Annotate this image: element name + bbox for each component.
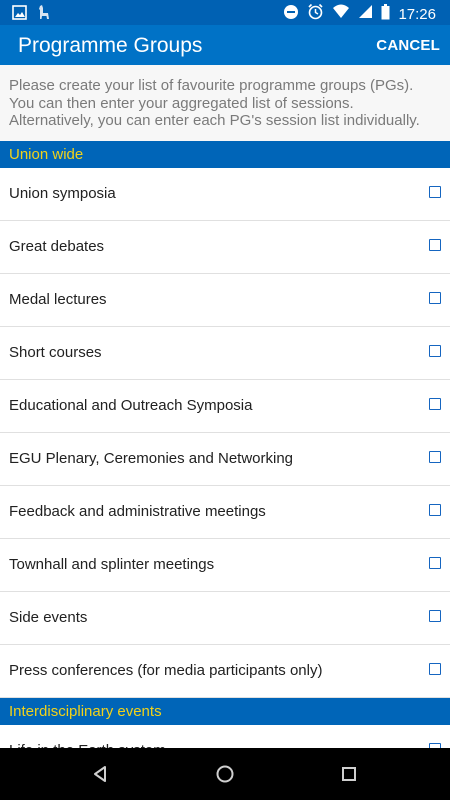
- section-header-union-wide: Union wide: [0, 141, 450, 168]
- list-item[interactable]: Feedback and administrative meetings: [0, 486, 450, 539]
- checkbox[interactable]: [429, 610, 441, 622]
- list-item[interactable]: Great debates: [0, 221, 450, 274]
- signal-icon: [358, 4, 373, 24]
- list-item[interactable]: Short courses: [0, 327, 450, 380]
- checkbox[interactable]: [429, 557, 441, 569]
- list-item[interactable]: Medal lectures: [0, 274, 450, 327]
- intro-text: Please create your list of favourite pro…: [0, 65, 450, 141]
- checkbox[interactable]: [429, 239, 441, 251]
- cancel-button[interactable]: CANCEL: [376, 37, 440, 54]
- app-bar: Programme Groups CANCEL: [0, 25, 450, 65]
- wifi-icon: [332, 4, 350, 24]
- list-item-label: Side events: [9, 609, 88, 626]
- checkbox[interactable]: [429, 663, 441, 675]
- battery-icon: [381, 3, 390, 25]
- list-item[interactable]: EGU Plenary, Ceremonies and Networking: [0, 433, 450, 486]
- home-icon[interactable]: [213, 762, 237, 786]
- checkbox[interactable]: [429, 292, 441, 304]
- status-bar: 17:26: [0, 0, 450, 25]
- image-icon: [12, 4, 27, 25]
- list-item[interactable]: Press conferences (for media participant…: [0, 645, 450, 698]
- checkbox[interactable]: [429, 345, 441, 357]
- list-item-label: Feedback and administrative meetings: [9, 503, 266, 520]
- back-icon[interactable]: [88, 762, 112, 786]
- list-item-label: EGU Plenary, Ceremonies and Networking: [9, 450, 294, 467]
- recents-icon[interactable]: [337, 762, 361, 786]
- list-item-label: Union symposia: [9, 185, 116, 202]
- page-title: Programme Groups: [18, 34, 203, 57]
- do-not-disturb-icon: [283, 4, 299, 25]
- alarm-icon: [307, 3, 324, 25]
- status-time: 17:26: [398, 5, 436, 23]
- list-item-label: Townhall and splinter meetings: [9, 556, 215, 573]
- list-item-label: Educational and Outreach Symposia: [9, 397, 253, 414]
- navigation-bar: [0, 748, 450, 800]
- list-item[interactable]: Side events: [0, 592, 450, 645]
- checkbox[interactable]: [429, 504, 441, 516]
- list-item-label: Press conferences (for media participant…: [9, 662, 323, 679]
- section-header-interdisciplinary-events: Interdisciplinary events: [0, 698, 450, 725]
- list-item[interactable]: Union symposia: [0, 168, 450, 221]
- checkbox[interactable]: [429, 451, 441, 463]
- checkbox[interactable]: [429, 398, 441, 410]
- list-item-label: Short courses: [9, 344, 102, 361]
- list-item[interactable]: Townhall and splinter meetings: [0, 539, 450, 592]
- checkbox[interactable]: [429, 186, 441, 198]
- list-item[interactable]: Educational and Outreach Symposia: [0, 380, 450, 433]
- alpaca-icon: [37, 4, 51, 25]
- list-item-label: Medal lectures: [9, 291, 107, 308]
- list-item-label: Great debates: [9, 238, 105, 255]
